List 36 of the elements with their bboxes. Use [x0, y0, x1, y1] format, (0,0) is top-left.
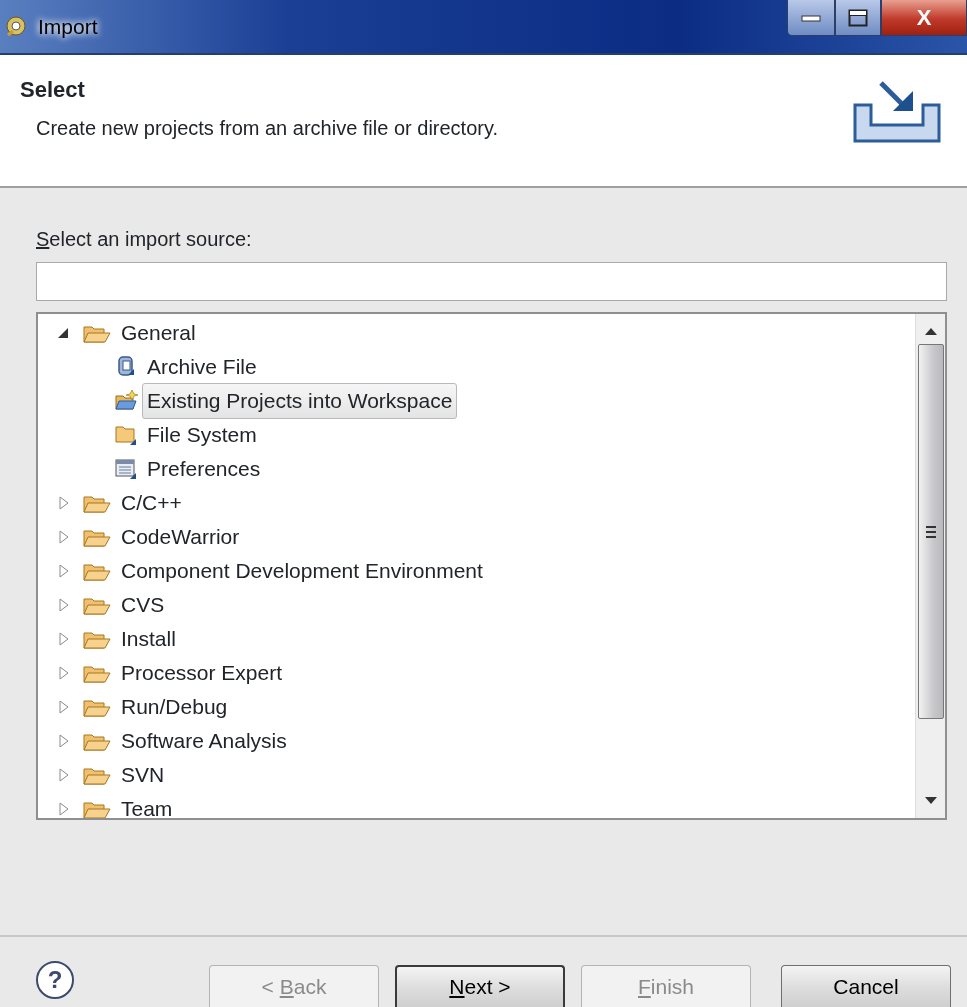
tree-item[interactable]: Run/Debug: [116, 689, 233, 725]
tree-item[interactable]: Preferences: [142, 451, 266, 487]
minimize-icon: [801, 13, 821, 22]
tree-item[interactable]: General: [116, 315, 201, 351]
folder-icon: [114, 423, 138, 447]
list-icon: [114, 457, 138, 481]
tree-item[interactable]: Existing Projects into Workspace: [142, 383, 458, 419]
tree-item[interactable]: CVS: [116, 587, 170, 623]
folder-star-icon: [114, 389, 138, 413]
page-title: Select: [20, 77, 86, 104]
grip-icon: [924, 524, 937, 539]
tree-item[interactable]: CodeWarrior: [116, 519, 245, 555]
tree-item[interactable]: Component Development Environment: [116, 553, 488, 589]
tree-item[interactable]: SVN: [116, 757, 170, 793]
page-description: Create new projects from an archive file or directory.: [36, 116, 499, 142]
source-label: Select an import source:: [36, 227, 253, 252]
tree-item[interactable]: Archive File: [142, 349, 262, 385]
tree-item[interactable]: C/C++: [116, 485, 187, 521]
window-title: Import: [38, 13, 98, 40]
maximize-icon: [848, 8, 868, 27]
dialog-button[interactable]: Cancel: [781, 965, 951, 1007]
tree-item[interactable]: Software Analysis: [116, 723, 292, 759]
close-button[interactable]: X: [881, 0, 967, 36]
tree-item[interactable]: Team: [116, 791, 178, 818]
dialog-button[interactable]: Next >: [395, 965, 565, 1007]
tree-item[interactable]: File System: [142, 417, 262, 453]
scrollbar[interactable]: [915, 314, 945, 818]
scroll-up-icon: [923, 326, 938, 336]
help-button[interactable]: ?: [36, 961, 74, 999]
minimize-button[interactable]: [787, 0, 835, 36]
maximize-button[interactable]: [835, 0, 881, 36]
filter-field[interactable]: [36, 262, 947, 301]
scrollbar-thumb[interactable]: [917, 344, 944, 719]
scroll-down-icon: [923, 796, 938, 806]
tree-item[interactable]: Processor Expert: [116, 655, 288, 691]
tree-item[interactable]: Install: [116, 621, 181, 657]
